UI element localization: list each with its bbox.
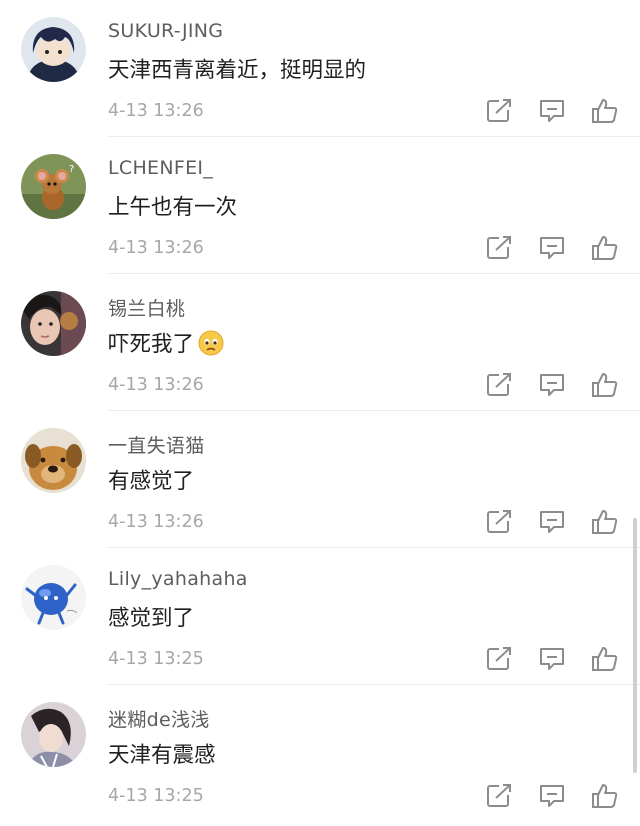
comment-item: SUKUR-JING 天津西青离着近，挺明显的 4-13 13:26	[0, 0, 640, 137]
user-avatar[interactable]	[21, 428, 86, 493]
like-icon[interactable]	[590, 371, 620, 399]
comment-item: 锡兰白桃 吓死我了 4-13 13:26	[0, 274, 640, 411]
reply-icon[interactable]	[537, 782, 567, 810]
username[interactable]: SUKUR-JING	[108, 20, 223, 42]
like-icon[interactable]	[590, 782, 620, 810]
username[interactable]: 迷糊de浅浅	[108, 705, 210, 732]
scrollbar[interactable]	[633, 518, 637, 773]
comment-text-content: 吓死我了	[108, 332, 195, 357]
username[interactable]: LCHENFEI_	[108, 157, 213, 179]
username[interactable]: 锡兰白桃	[108, 294, 185, 321]
comment-item: ? LCHENFEI_ 上午也有一次 4-13 13:26	[0, 137, 640, 274]
comment-text: 有感觉了	[108, 469, 195, 494]
like-icon[interactable]	[590, 645, 620, 673]
reply-icon[interactable]	[537, 371, 567, 399]
reply-icon[interactable]	[537, 645, 567, 673]
timestamp: 4-13 13:26	[108, 512, 204, 532]
share-icon[interactable]	[484, 371, 514, 399]
share-icon[interactable]	[484, 782, 514, 810]
user-avatar[interactable]	[21, 702, 86, 767]
comment-text: 吓死我了	[108, 327, 224, 362]
user-avatar[interactable]	[21, 17, 86, 82]
share-icon[interactable]	[484, 234, 514, 262]
comment-item: 迷糊de浅浅 天津有震感 4-13 13:25	[0, 685, 640, 822]
share-icon[interactable]	[484, 97, 514, 125]
share-icon[interactable]	[484, 508, 514, 536]
worried-face-icon	[198, 330, 224, 362]
comment-text: 上午也有一次	[108, 195, 238, 220]
reply-icon[interactable]	[537, 97, 567, 125]
reply-icon[interactable]	[537, 508, 567, 536]
like-icon[interactable]	[590, 97, 620, 125]
timestamp: 4-13 13:25	[108, 649, 204, 669]
svg-text:?: ?	[69, 164, 74, 175]
comment-text: 天津有震感	[108, 743, 216, 768]
comment-text: 天津西青离着近，挺明显的	[108, 58, 367, 83]
comment-item: 一直失语猫 有感觉了 4-13 13:26	[0, 411, 640, 548]
like-icon[interactable]	[590, 508, 620, 536]
user-avatar[interactable]: ?	[21, 154, 86, 219]
timestamp: 4-13 13:26	[108, 101, 204, 121]
user-avatar[interactable]	[21, 291, 86, 356]
timestamp: 4-13 13:25	[108, 786, 204, 806]
timestamp: 4-13 13:26	[108, 238, 204, 258]
comment-item: Lily_yahahaha 感觉到了 4-13 13:25	[0, 548, 640, 685]
share-icon[interactable]	[484, 645, 514, 673]
username[interactable]: 一直失语猫	[108, 431, 205, 458]
comment-text: 感觉到了	[108, 606, 195, 631]
timestamp: 4-13 13:26	[108, 375, 204, 395]
reply-icon[interactable]	[537, 234, 567, 262]
user-avatar[interactable]	[21, 565, 86, 630]
like-icon[interactable]	[590, 234, 620, 262]
username[interactable]: Lily_yahahaha	[108, 568, 248, 590]
